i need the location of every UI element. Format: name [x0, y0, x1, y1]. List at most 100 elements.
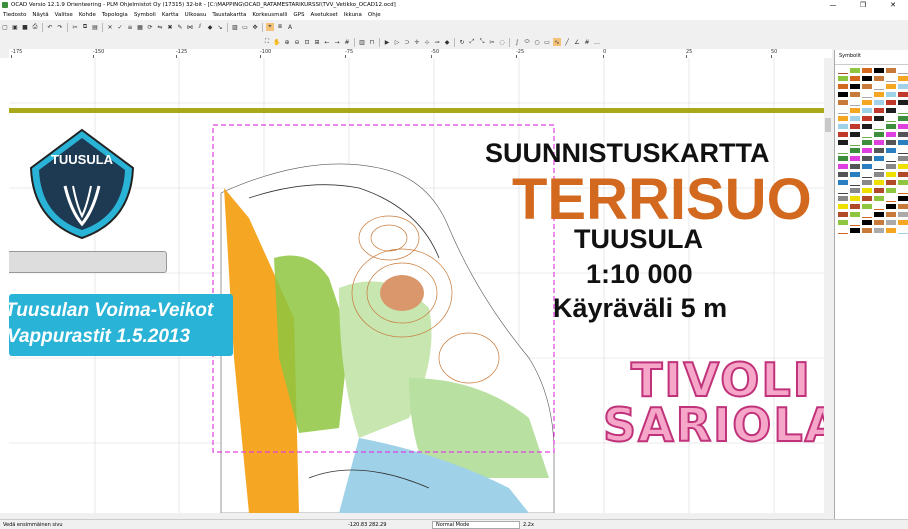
- symbol-swatch[interactable]: [838, 116, 848, 121]
- symbol-swatch[interactable]: [838, 100, 848, 105]
- rotate-icon[interactable]: ⟳: [146, 23, 154, 31]
- text-icon[interactable]: A: [286, 23, 294, 31]
- symbol-swatch[interactable]: [886, 148, 896, 153]
- zoom-all-icon[interactable]: ⊞: [313, 38, 321, 46]
- layer-icon[interactable]: ⧈: [276, 23, 284, 31]
- symbol-swatch[interactable]: [862, 68, 872, 73]
- symbol-swatch[interactable]: [862, 132, 872, 138]
- symbol-swatch[interactable]: [838, 172, 848, 177]
- symbol-swatch[interactable]: [862, 180, 872, 185]
- new-file-icon[interactable]: ▢: [1, 23, 9, 31]
- symbol-swatch[interactable]: [838, 76, 848, 81]
- symbol-swatch[interactable]: [838, 164, 848, 169]
- symbol-swatch[interactable]: [862, 76, 872, 81]
- symbol-swatch[interactable]: [898, 148, 908, 154]
- symbol-swatch[interactable]: [850, 108, 860, 113]
- scroll-thumb[interactable]: [825, 118, 831, 132]
- symbol-swatch[interactable]: [838, 156, 848, 161]
- pencil-icon[interactable]: ✎: [176, 23, 184, 31]
- close-button[interactable]: ✕: [878, 0, 908, 10]
- symbol-swatch[interactable]: [898, 228, 908, 234]
- menu-topology[interactable]: Topologia: [99, 12, 131, 18]
- symbol-swatch[interactable]: [886, 140, 896, 145]
- layout-icon[interactable]: ▥: [358, 38, 366, 46]
- symbol-swatch[interactable]: [874, 68, 884, 73]
- symbol-swatch[interactable]: [838, 140, 848, 145]
- stretch-icon[interactable]: ⤢: [468, 38, 476, 46]
- symbol-swatch[interactable]: [874, 156, 884, 161]
- map-canvas[interactable]: TUUSULA Tuusulan Voima-Veikot Vappurasti…: [9, 58, 832, 513]
- symbol-swatch[interactable]: [898, 180, 908, 185]
- symbol-swatch[interactable]: [886, 92, 896, 97]
- symbol-swatch[interactable]: [898, 100, 908, 105]
- symbol-swatch[interactable]: [862, 92, 872, 98]
- print-icon[interactable]: ⎙: [31, 23, 39, 31]
- symbol-swatch[interactable]: [838, 188, 848, 194]
- symbol-swatch[interactable]: [838, 196, 848, 201]
- symbol-swatch[interactable]: [862, 84, 872, 89]
- symbol-swatch[interactable]: [838, 148, 848, 154]
- box-icon[interactable]: ▭: [241, 23, 249, 31]
- menu-layout[interactable]: Ulkoasu: [182, 12, 210, 18]
- align-icon[interactable]: ≡: [126, 23, 134, 31]
- symbol-swatch[interactable]: [862, 156, 872, 161]
- symbol-swatch[interactable]: [850, 180, 860, 186]
- symbol-swatch[interactable]: [874, 108, 884, 113]
- rotate-object-icon[interactable]: ↻: [458, 38, 466, 46]
- move-icon[interactable]: ✥: [251, 23, 259, 31]
- symbol-swatch[interactable]: [898, 132, 908, 137]
- forward-icon[interactable]: →: [333, 38, 341, 46]
- symbol-swatch[interactable]: [874, 196, 884, 201]
- symbol-swatch[interactable]: [898, 156, 908, 161]
- symbol-swatch[interactable]: [862, 140, 872, 145]
- symbol-swatch[interactable]: [886, 172, 896, 177]
- symbol-swatch[interactable]: [898, 108, 908, 114]
- symbol-swatch[interactable]: [862, 204, 872, 209]
- symbol-swatch[interactable]: [874, 188, 884, 193]
- symbol-swatch[interactable]: [838, 228, 848, 234]
- symbol-swatch[interactable]: [874, 140, 884, 145]
- symbol-swatch[interactable]: [874, 148, 884, 153]
- symbol-swatch[interactable]: [874, 132, 884, 137]
- symbol-swatch[interactable]: [862, 196, 872, 201]
- symbol-swatch[interactable]: [838, 132, 848, 137]
- symbol-swatch[interactable]: [838, 220, 848, 225]
- more-tools-icon[interactable]: …: [593, 38, 601, 46]
- symbol-swatch[interactable]: [838, 212, 848, 217]
- symbol-swatch[interactable]: [862, 148, 872, 153]
- symbol-swatch[interactable]: [898, 188, 908, 194]
- menu-dem[interactable]: Korkeusmalli: [249, 12, 290, 18]
- symbol-swatch[interactable]: [898, 212, 908, 217]
- vertical-scrollbar[interactable]: [824, 58, 832, 513]
- symbol-swatch[interactable]: [874, 84, 884, 90]
- remove-vertex-icon[interactable]: ⊸: [433, 38, 441, 46]
- menu-file[interactable]: Tiedosto: [0, 12, 29, 18]
- undo-icon[interactable]: ↶: [46, 23, 54, 31]
- symbol-swatch[interactable]: [898, 76, 908, 81]
- menu-object[interactable]: Kohde: [76, 12, 99, 18]
- symbol-swatch[interactable]: [886, 108, 896, 113]
- move-point-icon[interactable]: ✛: [413, 38, 421, 46]
- symbol-swatch[interactable]: [886, 84, 896, 89]
- tool-highlighted-icon[interactable]: ⌖: [266, 23, 274, 31]
- symbol-swatch[interactable]: [886, 156, 896, 162]
- select-graphic-icon[interactable]: ▷: [393, 38, 401, 46]
- symbol-swatch[interactable]: [850, 100, 860, 106]
- symbol-swatch[interactable]: [886, 132, 896, 137]
- menu-map[interactable]: Kartta: [159, 12, 182, 18]
- symbol-swatch[interactable]: [862, 188, 872, 193]
- corner-icon[interactable]: ◆: [443, 38, 451, 46]
- check-icon[interactable]: ✓: [116, 23, 124, 31]
- symbol-swatch[interactable]: [850, 76, 860, 81]
- symbol-swatch[interactable]: [886, 196, 896, 202]
- symbol-swatch[interactable]: [838, 92, 848, 97]
- symbol-swatch[interactable]: [898, 140, 908, 145]
- zoom-window-icon[interactable]: ⊡: [303, 38, 311, 46]
- cut-icon[interactable]: ✂: [71, 23, 79, 31]
- symbol-swatch[interactable]: [874, 100, 884, 105]
- zoom-in-icon[interactable]: ⊕: [283, 38, 291, 46]
- symbol-swatch[interactable]: [850, 188, 860, 193]
- symbol-swatch[interactable]: [874, 76, 884, 81]
- symbol-swatch[interactable]: [886, 124, 896, 129]
- hole-icon[interactable]: ◌: [498, 38, 506, 46]
